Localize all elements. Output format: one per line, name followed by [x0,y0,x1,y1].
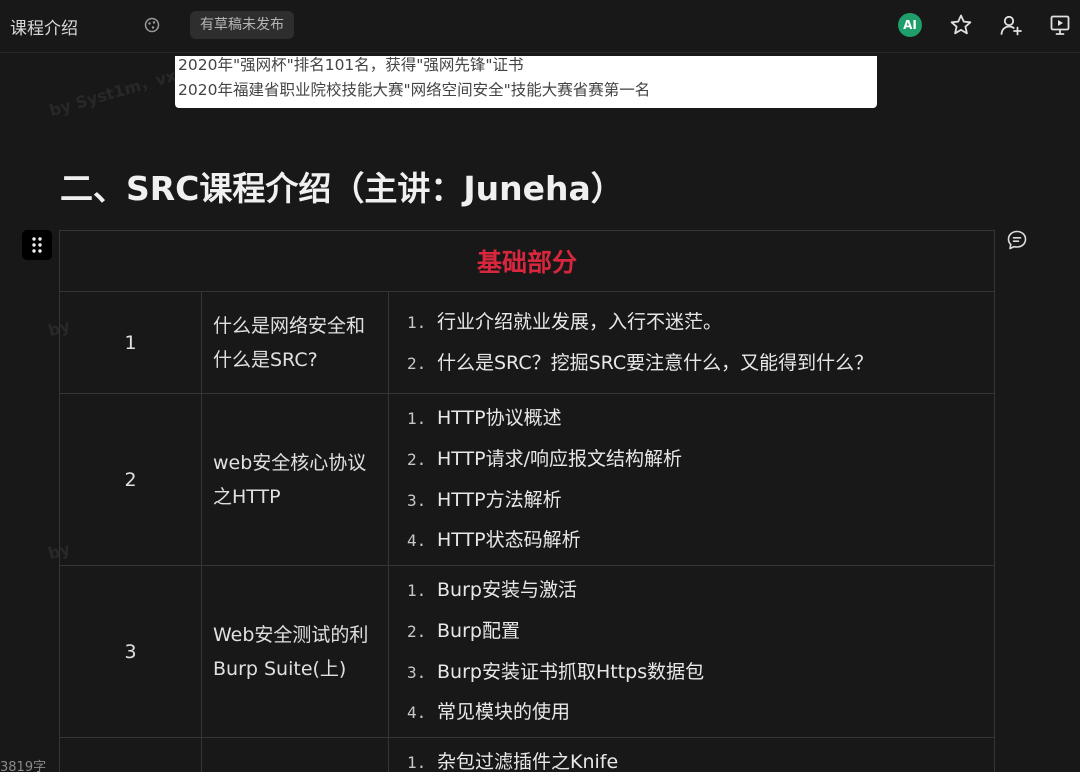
word-count: 3819字 [0,760,47,772]
row-items: 1. Burp安装与激活 2. Burp配置 3. Burp安装证书抓取Https数据… [388,565,995,738]
page: 课程介绍 有草稿未发布 AI by Syst1m，vx: by by 2020年… [0,0,1080,772]
table-row: 1. 杂包过滤插件之Knife [59,737,995,772]
item-number: 2. [407,353,427,373]
topic-line: 之HTTP [213,485,281,508]
course-table: 基础部分 1 什么是网络安全和 什么是SRC? 1. 行业介绍就业发展，入行不迷茫… [59,230,995,772]
list-item: 2. 什么是SRC？挖掘SRC要注意什么，又能得到什么？ [407,343,994,384]
item-number: 1. [407,753,427,772]
topic-line: 什么是网络安全和 [213,314,366,337]
presentation-icon[interactable] [1048,13,1072,37]
drag-dots-icon [32,237,42,253]
item-number: 1. [407,409,427,429]
item-text: Burp配置 [437,619,520,642]
list-item: 2. Burp配置 [407,611,994,652]
item-text: 常见模块的使用 [437,701,571,724]
draft-status-badge[interactable]: 有草稿未发布 [190,11,294,39]
section-heading: 二、SRC课程介绍（主讲：Juneha） [60,169,624,208]
row-topic: 什么是网络安全和 什么是SRC? [201,291,389,394]
item-number: 1. [407,581,427,601]
item-number: 2. [407,621,427,641]
top-bar: 课程介绍 有草稿未发布 AI [0,0,1080,53]
popup-card: 2020年"强网杯"排名101名，获得"强网先锋"证书 2020年福建省职业院校… [175,56,877,108]
add-user-icon[interactable] [999,13,1023,37]
topic-line: web安全核心协议 [213,451,367,474]
list-item: 3. HTTP方法解析 [407,480,994,521]
table-row: 1 什么是网络安全和 什么是SRC? 1. 行业介绍就业发展，入行不迷茫。 2. 什… [59,291,995,394]
item-text: 杂包过滤插件之Knife [437,751,619,772]
list-item: 4. HTTP状态码解析 [407,520,994,561]
row-items: 1. 杂包过滤插件之Knife [388,737,995,772]
list-item: 1. 行业介绍就业发展，入行不迷茫。 [407,302,994,343]
item-number: 3. [407,490,427,510]
topic-line: Burp Suite(上) [213,657,347,680]
item-text: HTTP方法解析 [437,488,562,511]
star-icon[interactable] [949,13,973,37]
list-item: 3. Burp安装证书抓取Https数据包 [407,652,994,693]
item-text: HTTP请求/响应报文结构解析 [437,447,683,470]
item-number: 4. [407,531,427,551]
list-item: 4. 常见模块的使用 [407,692,994,733]
item-number: 3. [407,662,427,682]
sync-icon[interactable] [143,16,161,34]
row-number [59,737,202,772]
document-title: 课程介绍 [10,19,78,39]
table-title-cell: 基础部分 [59,230,995,292]
item-text: Burp安装证书抓取Https数据包 [437,660,705,683]
list-item: 1. HTTP协议概述 [407,398,994,439]
comment-icon[interactable] [1006,229,1028,251]
block-drag-handle[interactable] [22,230,52,260]
row-items: 1. HTTP协议概述 2. HTTP请求/响应报文结构解析 3. HTTP方法解析 … [388,393,995,566]
row-topic: web安全核心协议 之HTTP [201,393,389,566]
table-row: 2 web安全核心协议 之HTTP 1. HTTP协议概述 2. HTTP请求/响应… [59,393,995,566]
watermark: by Syst1m，vx: [47,63,185,121]
table-title-row: 基础部分 [59,230,995,292]
item-text: 什么是SRC？挖掘SRC要注意什么，又能得到什么？ [437,351,874,374]
row-number: 2 [59,393,202,566]
item-text: 行业介绍就业发展，入行不迷茫。 [437,310,723,333]
topic-line: Web安全测试的利 [213,623,369,646]
list-item: 1. Burp安装与激活 [407,570,994,611]
item-number: 2. [407,449,427,469]
table-title: 基础部分 [476,248,577,277]
item-number: 4. [407,703,427,723]
ai-assistant-button[interactable]: AI [898,13,922,37]
list-item: 2. HTTP请求/响应报文结构解析 [407,439,994,480]
row-items: 1. 行业介绍就业发展，入行不迷茫。 2. 什么是SRC？挖掘SRC要注意什么，又能… [388,291,995,394]
table-row: 3 Web安全测试的利 Burp Suite(上) 1. Burp安装与激活 2.… [59,565,995,738]
item-text: HTTP状态码解析 [437,529,581,552]
item-text: Burp安装与激活 [437,579,577,602]
row-number: 1 [59,291,202,394]
popup-line: 2020年福建省职业院校技能大赛"网络空间安全"技能大赛省赛第一名 [178,81,651,99]
list-item: 1. 杂包过滤插件之Knife [407,742,994,772]
item-text: HTTP协议概述 [437,407,562,430]
topic-line: 什么是SRC? [213,348,318,371]
row-topic: Web安全测试的利 Burp Suite(上) [201,565,389,738]
popup-line: 2020年"强网杯"排名101名，获得"强网先锋"证书 [178,56,524,74]
item-number: 1. [407,312,427,332]
row-number: 3 [59,565,202,738]
row-topic [201,737,389,772]
